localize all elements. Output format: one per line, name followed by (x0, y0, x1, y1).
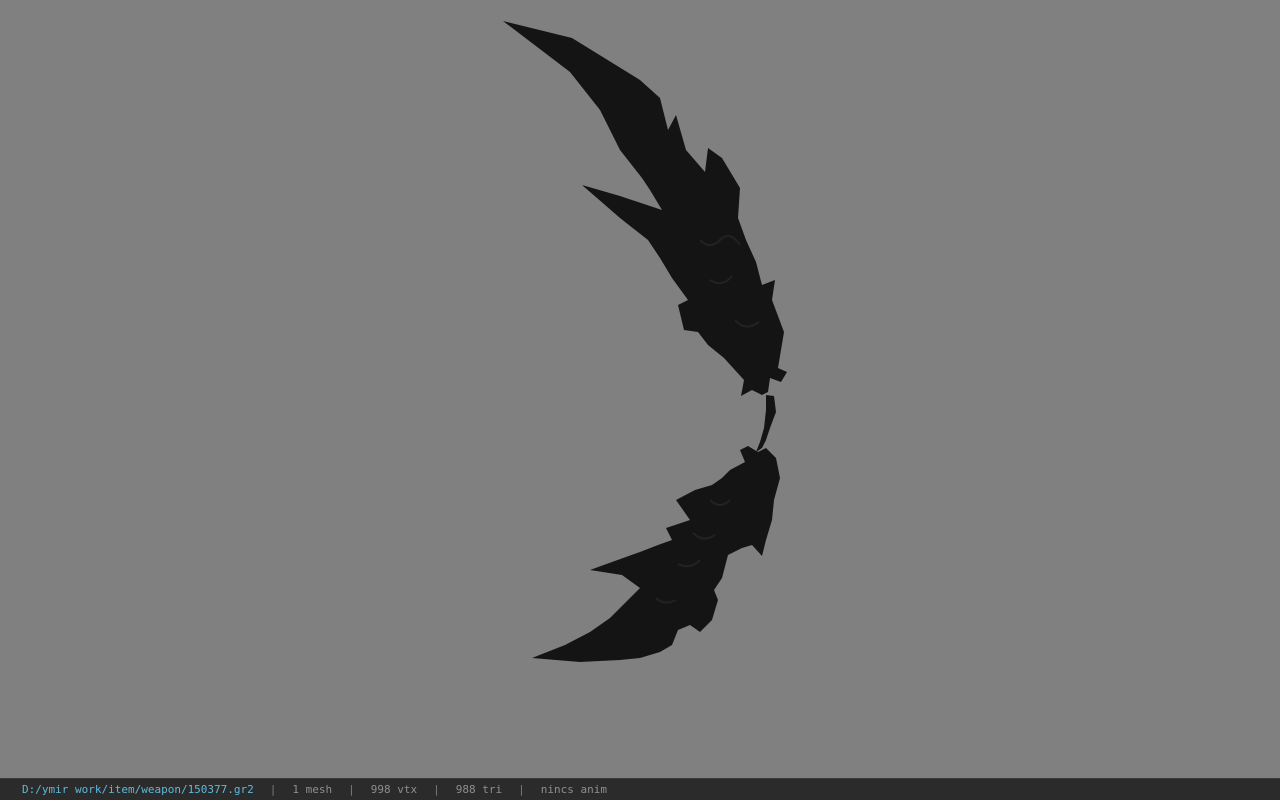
animation-status: nincs anim (540, 783, 607, 796)
file-path: D:/ymir work/item/weapon/150377.gr2 (22, 783, 254, 796)
separator: | (269, 783, 277, 796)
separator: | (518, 783, 525, 796)
upper-blade (503, 21, 787, 396)
lower-blade (532, 446, 780, 662)
handle (756, 395, 776, 452)
triangle-count: 988 tri (455, 783, 503, 796)
weapon-model-render (503, 21, 787, 662)
separator: | (433, 783, 440, 796)
mesh-count: 1 mesh (292, 783, 333, 796)
3d-viewport[interactable] (0, 0, 1280, 778)
vertex-count: 998 vtx (370, 783, 418, 796)
separator: | (348, 783, 355, 796)
status-bar: D:/ymir work/item/weapon/150377.gr2 | 1 … (0, 778, 1280, 800)
